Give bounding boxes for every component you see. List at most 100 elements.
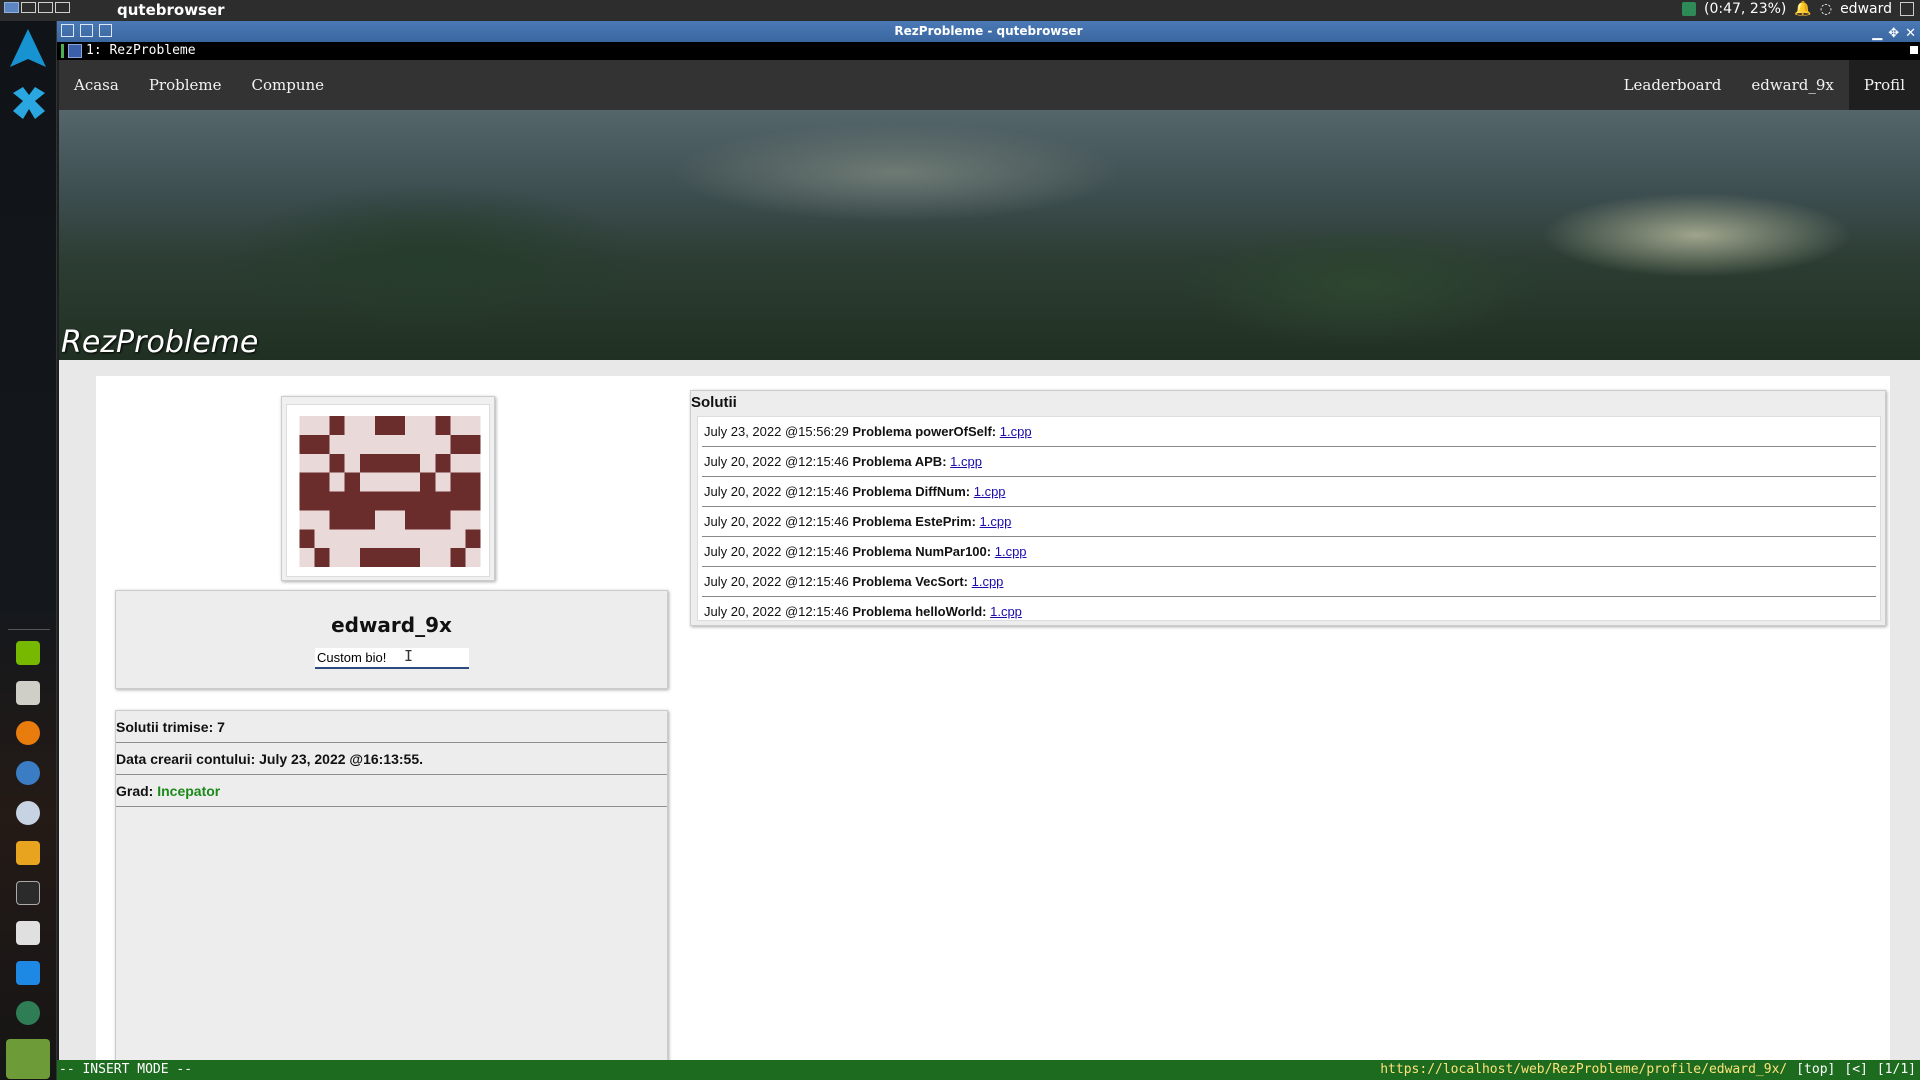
list-item: July 23, 2022 @15:56:29 Problema powerOf… — [702, 417, 1876, 447]
tab-rezprobleme[interactable]: 1: RezProbleme — [61, 42, 196, 60]
close-icon[interactable]: ✕ — [1905, 23, 1916, 44]
workspace-1[interactable] — [4, 2, 19, 13]
nav-acasa[interactable]: Acasa — [59, 60, 134, 110]
pin-icon[interactable] — [80, 24, 93, 37]
nav-username[interactable]: edward_9x — [1736, 60, 1849, 110]
minimize-icon[interactable]: ▁ — [1872, 23, 1882, 44]
identicon-block — [314, 434, 330, 454]
mode-indicator: -- INSERT MODE -- — [59, 1062, 193, 1077]
identicon-block — [299, 472, 315, 492]
identicon-block — [465, 529, 481, 549]
window-title: RezProbleme - qutebrowser — [894, 24, 1083, 38]
identicon-block — [450, 548, 466, 567]
tab-count: [1/1] — [1876, 1062, 1916, 1077]
identicon-block — [420, 472, 436, 492]
bio-input[interactable] — [315, 648, 469, 669]
solution-time: July 23, 2022 @15:56:29 — [704, 424, 849, 439]
atom-icon[interactable] — [16, 761, 40, 785]
favicon-icon — [68, 44, 82, 58]
solution-file-link[interactable]: 1.cpp — [950, 454, 982, 469]
workspace-3[interactable] — [38, 2, 53, 13]
blender-icon[interactable] — [16, 721, 40, 745]
grid-menu-icon[interactable] — [1900, 2, 1914, 16]
solution-file-link[interactable]: 1.cpp — [972, 574, 1004, 589]
window-menu-icon[interactable] — [61, 24, 74, 37]
identicon-block — [405, 548, 421, 567]
identicon-block — [299, 434, 315, 454]
solutions-heading: Solutii — [691, 394, 737, 411]
nav-leaderboard[interactable]: Leaderboard — [1609, 60, 1737, 110]
list-item: July 20, 2022 @12:15:46 Problema DiffNum… — [702, 477, 1876, 507]
list-item: July 20, 2022 @12:15:46 Problema NumPar1… — [702, 537, 1876, 567]
status-url: https://localhost/web/RezProbleme/profil… — [1380, 1062, 1788, 1077]
workspace-switcher[interactable] — [4, 2, 70, 13]
profile-username: edward_9x — [331, 613, 452, 637]
workspace-4[interactable] — [55, 2, 70, 13]
solution-file-link[interactable]: 1.cpp — [974, 484, 1006, 499]
window-icon[interactable] — [16, 921, 40, 945]
solution-problem: Problema DiffNum: — [852, 484, 971, 499]
identicon-block — [314, 548, 330, 567]
identicon-block — [374, 548, 390, 567]
identicon-block — [435, 416, 451, 435]
identicon-block — [435, 510, 451, 530]
nvidia-icon[interactable] — [16, 641, 40, 665]
user-card: edward_9x I — [115, 590, 668, 689]
identicon-block — [314, 472, 330, 492]
disk-icon[interactable] — [16, 681, 40, 705]
identicon-block — [450, 434, 466, 454]
files-icon[interactable] — [16, 841, 40, 865]
solution-file-link[interactable]: 1.cpp — [995, 544, 1027, 559]
account-created: Data crearii contului: July 23, 2022 @16… — [116, 743, 667, 775]
list-item: July 20, 2022 @12:15:46 Problema EstePri… — [702, 507, 1876, 537]
solution-time: July 20, 2022 @12:15:46 — [704, 454, 849, 469]
solution-time: July 20, 2022 @12:15:46 — [704, 484, 849, 499]
battery-status[interactable]: (0:47, 23%) — [1704, 1, 1786, 17]
identicon-block — [374, 453, 390, 473]
identicon-block — [329, 453, 345, 473]
identicon-block — [450, 491, 466, 511]
user-name[interactable]: edward — [1840, 1, 1892, 17]
solution-file-link[interactable]: 1.cpp — [1000, 424, 1032, 439]
identicon-block — [390, 453, 406, 473]
apps-icon[interactable] — [9, 83, 49, 123]
identicon-block — [465, 472, 481, 492]
identicon-block — [359, 548, 375, 567]
network-icon[interactable] — [1682, 2, 1697, 16]
status-bar: -- INSERT MODE -- https://localhost/web/… — [57, 1060, 1920, 1080]
identicon-block — [435, 453, 451, 473]
arch-logo-icon[interactable] — [6, 27, 50, 71]
shade-icon[interactable] — [99, 24, 112, 37]
identicon-block — [450, 472, 466, 492]
maximize-icon[interactable]: ✥ — [1888, 23, 1899, 44]
nav-probleme[interactable]: Probleme — [134, 60, 237, 110]
trash-icon[interactable] — [6, 1039, 50, 1079]
site-navbar: Acasa Probleme Compune Leaderboard edwar… — [59, 60, 1920, 110]
identicon-block — [374, 416, 390, 435]
identicon-block — [420, 491, 436, 511]
system-top-panel: qutebrowser (0:47, 23%) 🔔 ◌ edward — [0, 0, 1920, 21]
browser-window: RezProbleme - qutebrowser ▁ ✥ ✕ 1: RezPr… — [57, 21, 1920, 1080]
grade-label: Grad: — [116, 783, 154, 799]
identicon-block — [405, 453, 421, 473]
scroll-position: [top] — [1796, 1062, 1836, 1077]
workspace-2[interactable] — [21, 2, 36, 13]
tab-bar: 1: RezProbleme — [57, 42, 1920, 60]
bell-icon[interactable]: 🔔 — [1794, 1, 1811, 17]
nav-profil[interactable]: Profil — [1848, 60, 1920, 110]
terminal-icon[interactable] — [16, 881, 40, 905]
window-titlebar[interactable]: RezProbleme - qutebrowser ▁ ✥ ✕ — [57, 21, 1920, 42]
identicon-block — [329, 510, 345, 530]
steam-icon[interactable] — [16, 801, 40, 825]
solution-file-link[interactable]: 1.cpp — [980, 514, 1012, 529]
list-item: July 20, 2022 @12:15:46 Problema APB: 1.… — [702, 447, 1876, 477]
profile-content: edward_9x I Solutii trimise: 7 Data crea… — [96, 376, 1890, 1060]
clock-icon[interactable]: ◌ — [1820, 1, 1832, 17]
solutions-panel: Solutii July 23, 2022 @15:56:29 Problema… — [690, 390, 1886, 626]
display-icon[interactable] — [16, 961, 40, 985]
grade-row: Grad: Incepator — [116, 775, 667, 807]
lock-icon[interactable] — [16, 1001, 40, 1025]
identicon-block — [299, 491, 315, 511]
nav-compune[interactable]: Compune — [237, 60, 340, 110]
solution-file-link[interactable]: 1.cpp — [990, 604, 1022, 619]
